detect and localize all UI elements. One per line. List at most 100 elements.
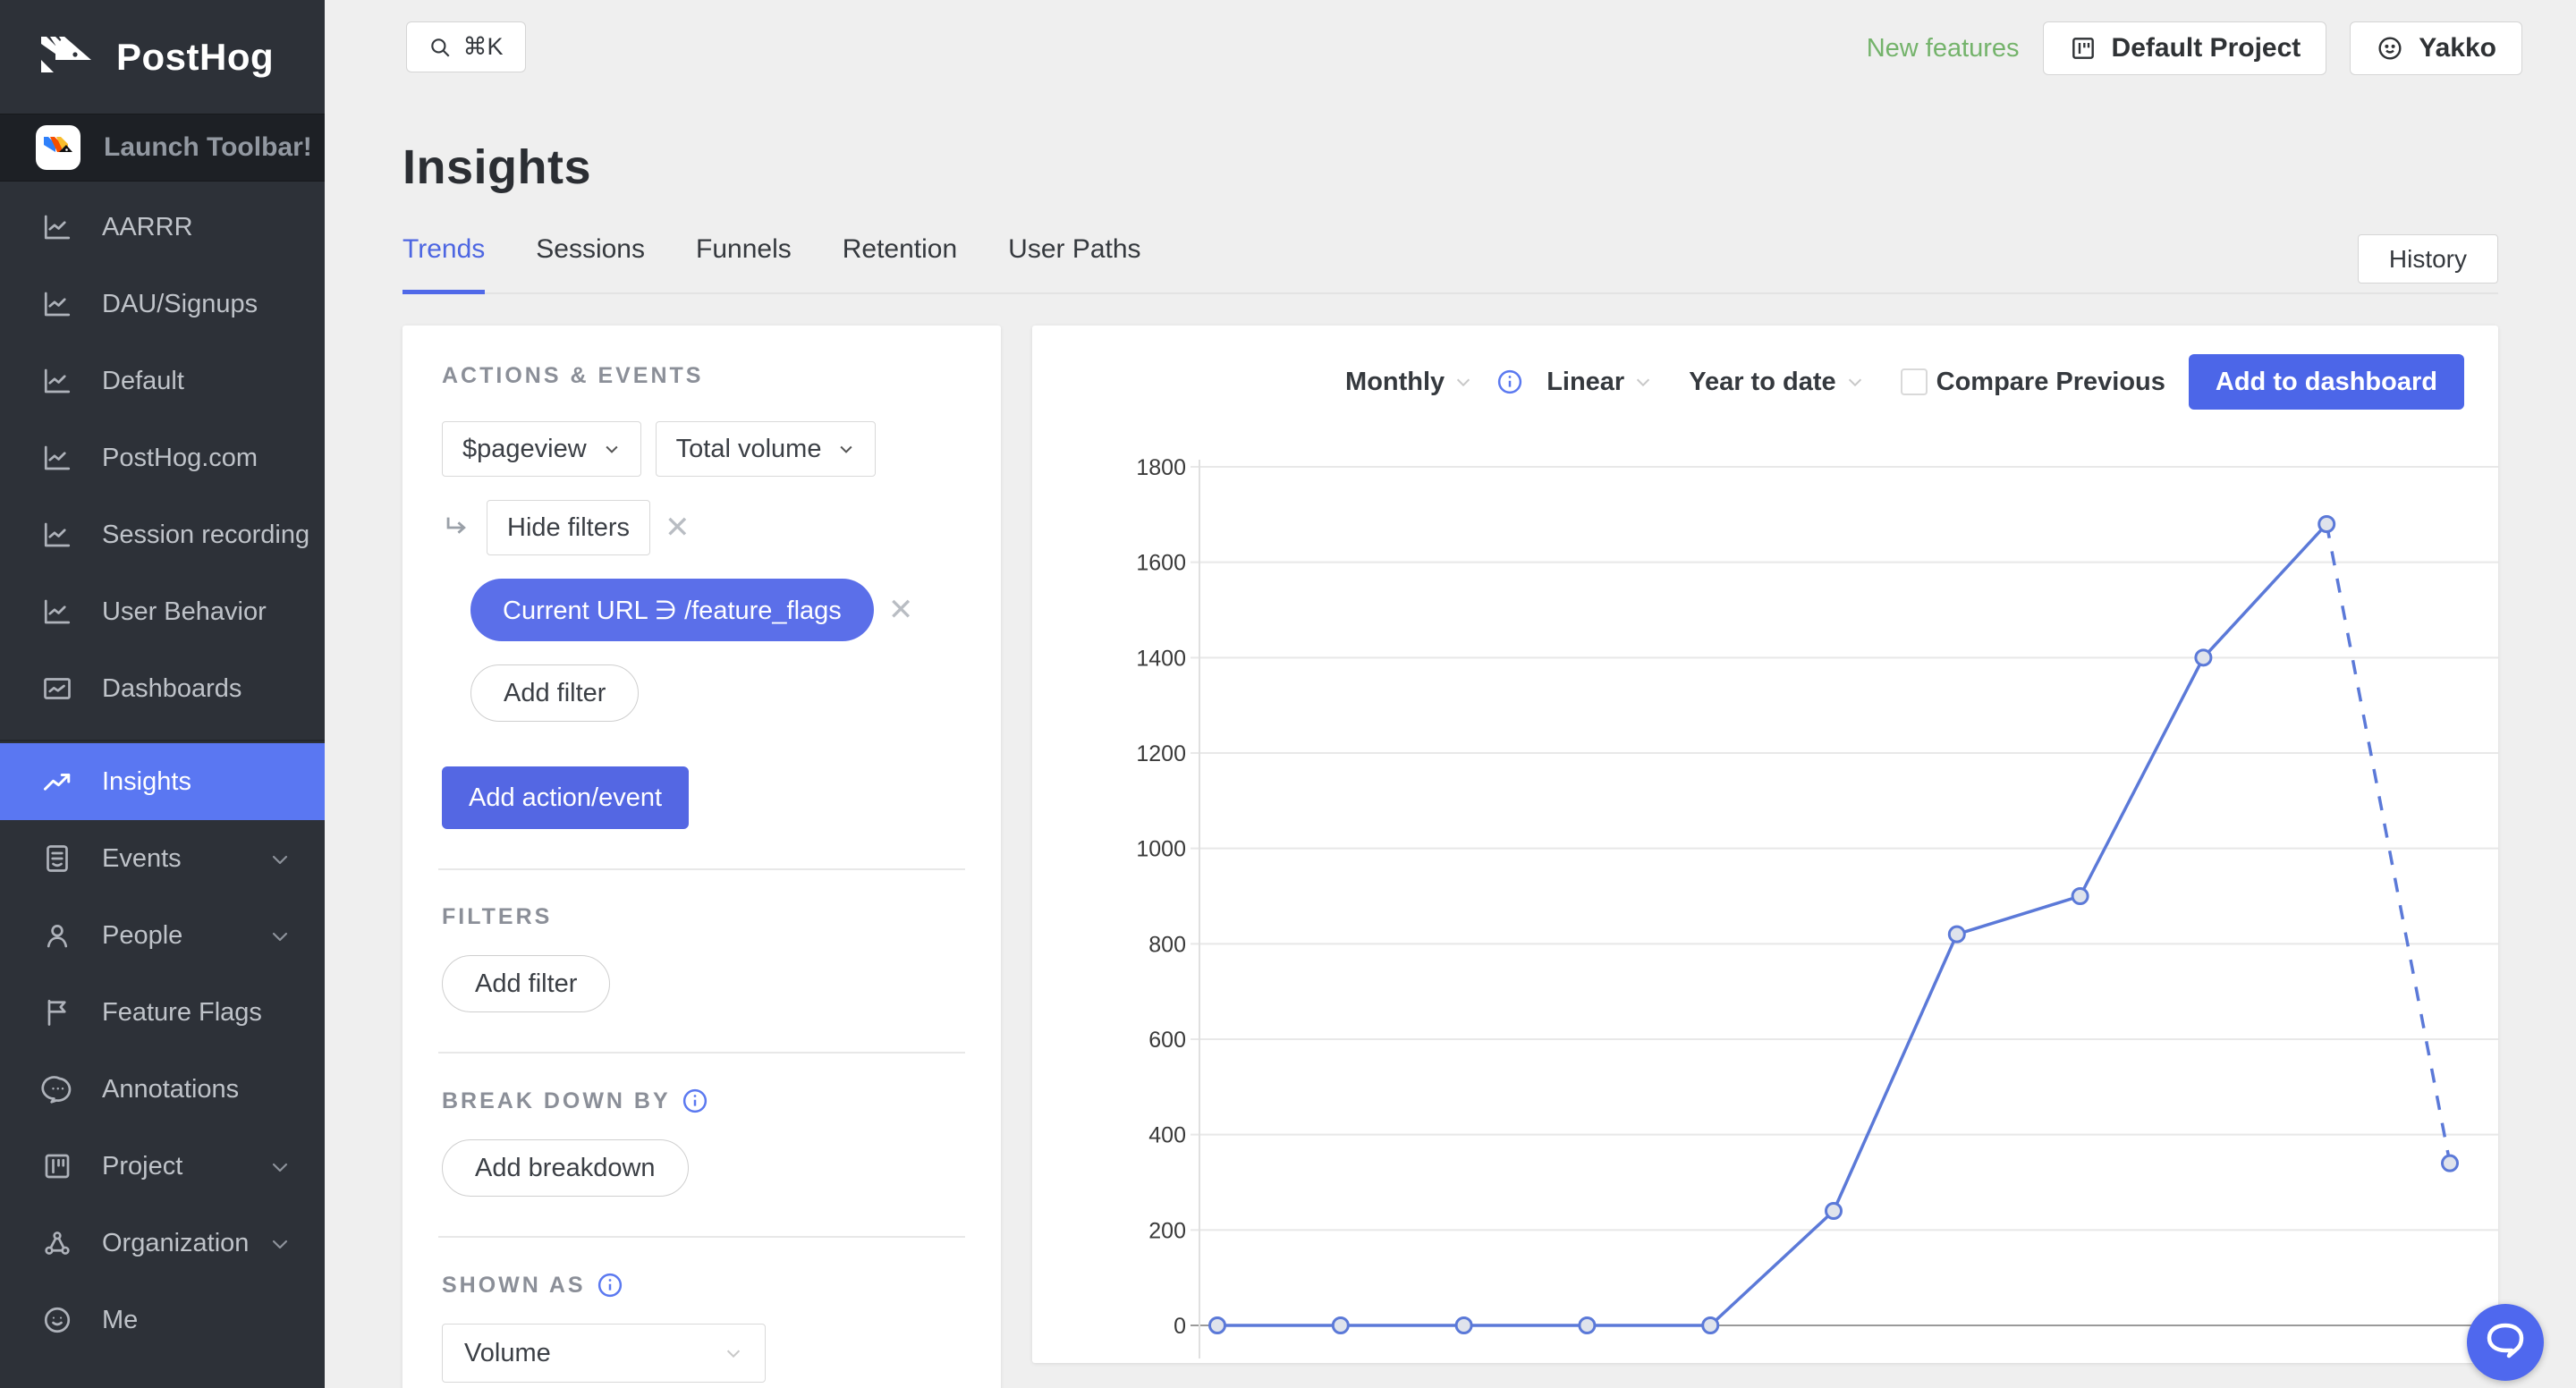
sidebar-item-default[interactable]: Default (0, 343, 325, 419)
data-point-marker[interactable] (2071, 887, 2089, 905)
add-action-event-button[interactable]: Add action/event (442, 766, 690, 829)
display-mode-select[interactable]: Linear (1546, 368, 1653, 397)
y-tick-label: 1200 (1136, 741, 1186, 766)
chevron-down-icon (837, 440, 855, 458)
chevron-down-icon (1633, 372, 1653, 392)
y-tick-label: 1800 (1136, 455, 1186, 480)
sidebar-item-label: Default (102, 366, 184, 395)
sidebar-item-feature-flags[interactable]: Feature Flags (0, 974, 325, 1051)
search-button[interactable]: ⌘K (406, 21, 526, 72)
y-tick-label: 1000 (1136, 837, 1186, 862)
sidebar-item-posthog-com[interactable]: PostHog.com (0, 419, 325, 496)
sidebar-item-me[interactable]: Me (0, 1282, 325, 1358)
y-tick-label: 200 (1148, 1218, 1186, 1243)
sidebar-item-dashboards[interactable]: Dashboards (0, 650, 325, 727)
user-menu-label: Yakko (2419, 33, 2496, 63)
posthog-logo[interactable]: PostHog (0, 0, 325, 114)
kanban-icon (2069, 34, 2097, 63)
project-switcher-button[interactable]: Default Project (2042, 21, 2327, 75)
history-button[interactable]: History (2357, 234, 2498, 284)
sidebar-item-session-recording[interactable]: Session recording (0, 496, 325, 573)
chart-header: Monthly Linear Year to date Compare Prev… (1032, 326, 2498, 410)
data-point-marker[interactable] (2194, 648, 2213, 667)
query-panel: ACTIONS & EVENTS $pageview Total volume (402, 326, 1001, 1388)
sidebar-item-label: PostHog.com (102, 443, 258, 472)
sidebar-item-project[interactable]: Project (0, 1128, 325, 1205)
trends-line-chart[interactable]: 0 200 400 600 800 1000 1200 1400 1600 1800 (1032, 424, 2498, 1363)
remove-event-icon[interactable]: ✕ (665, 512, 691, 543)
sidebar-item-user-behavior[interactable]: User Behavior (0, 573, 325, 650)
chart-line-icon (41, 519, 73, 551)
event-select[interactable]: $pageview (442, 421, 641, 477)
sidebar-item-insights[interactable]: Insights (0, 743, 325, 820)
launch-toolbar-button[interactable]: Launch Toolbar! (0, 114, 325, 182)
add-filter-button[interactable]: Add filter (470, 664, 640, 722)
data-point-marker[interactable] (1208, 1316, 1226, 1334)
hide-filters-label: Hide filters (507, 512, 630, 542)
actions-events-title: ACTIONS & EVENTS (442, 363, 704, 388)
chart-line-icon (41, 288, 73, 320)
info-icon[interactable] (597, 1272, 623, 1299)
project-switcher-label: Default Project (2111, 33, 2301, 63)
sidebar-item-label: DAU/Signups (102, 289, 258, 318)
chevron-down-icon (1453, 372, 1473, 392)
y-tick-label: 1600 (1136, 551, 1186, 576)
tab-retention[interactable]: Retention (843, 234, 957, 294)
display-mode-value: Linear (1546, 367, 1625, 396)
breakdown-title: BREAK DOWN BY (442, 1088, 962, 1114)
toolbar-logo-icon (36, 125, 80, 170)
shown-as-title-text: SHOWN AS (442, 1272, 586, 1298)
trend-up-icon (41, 766, 73, 798)
chevron-down-icon (269, 1232, 291, 1254)
chart-line-icon (41, 211, 73, 243)
sidebar-item-events[interactable]: Events (0, 820, 325, 897)
data-point-marker[interactable] (2441, 1154, 2459, 1172)
sidebar-divider (0, 740, 325, 741)
add-to-dashboard-button[interactable]: Add to dashboard (2188, 354, 2464, 410)
add-breakdown-button[interactable]: Add breakdown (442, 1139, 689, 1197)
sidebar-item-organization[interactable]: Organization (0, 1205, 325, 1282)
sidebar-item-people[interactable]: People (0, 897, 325, 974)
sidebar-item-dau-signups[interactable]: DAU/Signups (0, 266, 325, 343)
data-point-marker[interactable] (2318, 515, 2336, 533)
sidebar-item-label: People (102, 920, 183, 950)
math-select[interactable]: Total volume (655, 421, 877, 477)
support-chat-button[interactable] (2467, 1304, 2544, 1381)
data-point-marker[interactable] (1947, 925, 1966, 944)
hide-filters-button[interactable]: Hide filters (487, 500, 650, 555)
url-filter-pill[interactable]: Current URL ∋ /feature_flags (470, 579, 874, 641)
user-menu-button[interactable]: Yakko (2350, 21, 2522, 75)
info-icon[interactable] (1496, 368, 1523, 395)
new-features-link[interactable]: New features (1867, 34, 2020, 63)
data-point-marker[interactable] (1578, 1316, 1597, 1334)
panel-divider (438, 1236, 965, 1238)
data-point-marker[interactable] (1825, 1202, 1843, 1220)
shown-as-value: Volume (464, 1338, 551, 1367)
shown-as-select[interactable]: Volume (442, 1324, 766, 1383)
shown-as-title: SHOWN AS (442, 1272, 962, 1299)
compare-previous-checkbox[interactable] (1900, 368, 1928, 395)
sidebar-item-annotations[interactable]: Annotations (0, 1051, 325, 1128)
info-icon[interactable] (682, 1088, 708, 1114)
chart-box-icon (41, 673, 73, 705)
chevron-down-icon (269, 848, 291, 869)
date-range-select[interactable]: Year to date (1689, 368, 1864, 397)
data-point-marker[interactable] (1454, 1316, 1473, 1334)
panel-divider (438, 868, 965, 870)
sidebar-item-label: Me (102, 1305, 139, 1334)
nested-arrow-icon (442, 512, 472, 543)
interval-select[interactable]: Monthly (1345, 368, 1473, 397)
smiley-icon (41, 1304, 73, 1336)
tab-funnels[interactable]: Funnels (696, 234, 792, 294)
filters-add-filter-button[interactable]: Add filter (442, 955, 611, 1012)
data-point-marker[interactable] (1331, 1316, 1350, 1334)
sidebar-item-aarrr[interactable]: AARRR (0, 189, 325, 266)
y-tick-label: 600 (1148, 1028, 1186, 1053)
remove-filter-icon[interactable]: ✕ (888, 595, 914, 625)
tab-user-paths[interactable]: User Paths (1008, 234, 1140, 294)
sidebar-item-label: Annotations (102, 1074, 240, 1104)
sidebar-item-label: Project (102, 1151, 183, 1181)
tab-sessions[interactable]: Sessions (536, 234, 645, 294)
tab-trends[interactable]: Trends (402, 234, 486, 294)
data-point-marker[interactable] (1701, 1316, 1720, 1334)
